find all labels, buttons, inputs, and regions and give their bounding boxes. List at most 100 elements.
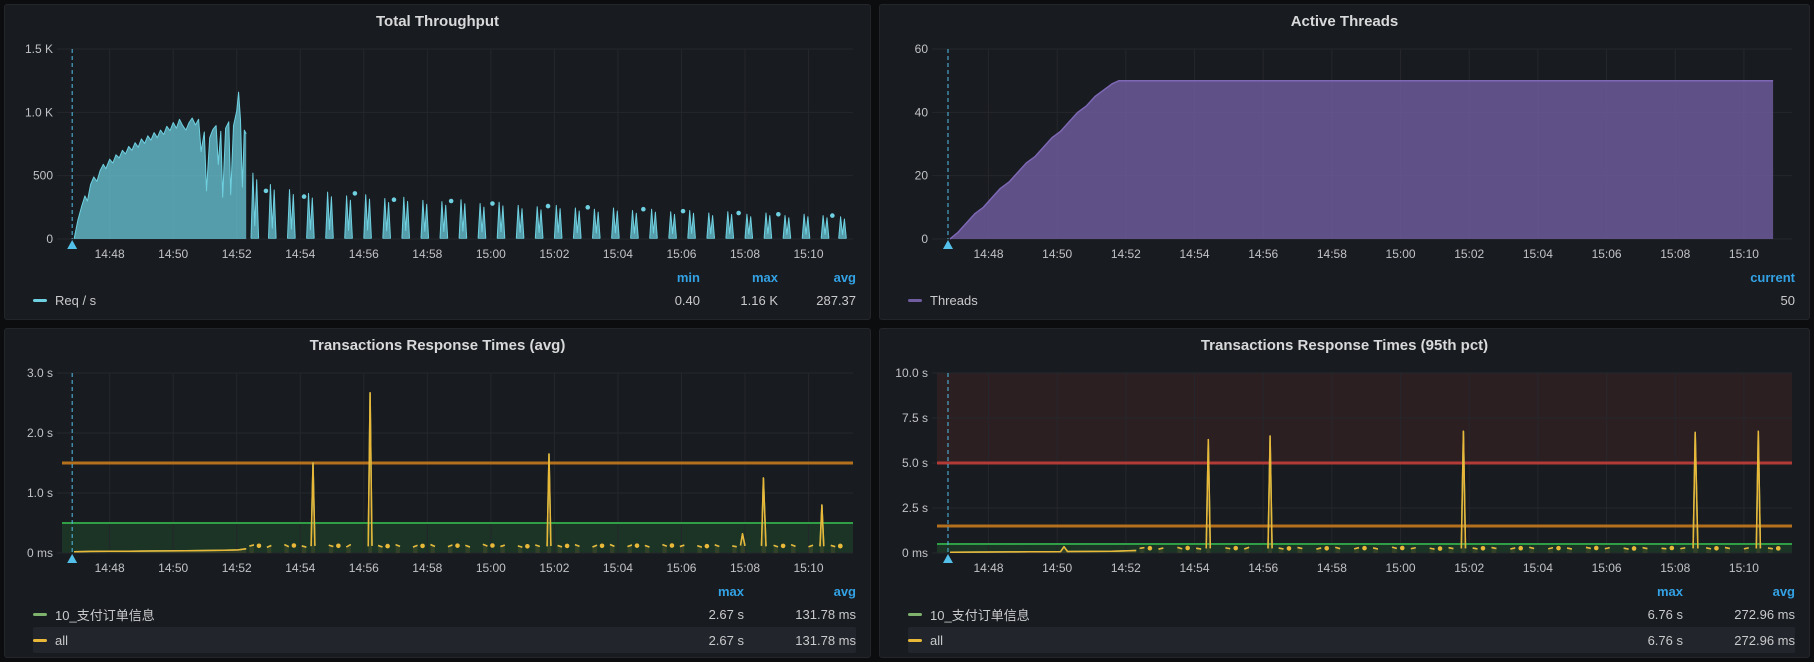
y-axis-label: 2.5 s	[902, 501, 928, 515]
x-axis-label: 15:10	[1729, 247, 1759, 261]
series-point	[1185, 546, 1190, 551]
series-line	[1706, 548, 1711, 549]
x-axis-label: 14:56	[1248, 561, 1278, 575]
series-point	[336, 544, 341, 549]
grafana-dashboard: { "theme": { "page_bg": "#0c0d0f", "pane…	[0, 0, 1814, 662]
x-axis-label: 15:02	[1454, 247, 1484, 261]
panel-title[interactable]: Transactions Response Times (avg)	[5, 329, 870, 363]
series-line	[1768, 548, 1773, 549]
series-point	[1438, 546, 1443, 551]
series-point	[1233, 546, 1238, 551]
legend-row: all6.76 s272.96 ms	[908, 627, 1795, 653]
series-color-dash-icon	[33, 299, 47, 302]
legend-value: 287.37	[778, 293, 856, 308]
series-line	[1586, 547, 1591, 548]
series-area	[950, 81, 1773, 239]
legend-series-name[interactable]: Threads	[930, 293, 978, 308]
legend-value: 2.67 s	[632, 633, 744, 648]
legend-value: 6.76 s	[1571, 633, 1683, 648]
legend-series-name[interactable]: all	[930, 633, 943, 648]
series-point	[1362, 546, 1367, 551]
legend-header-avg[interactable]: avg	[744, 584, 856, 599]
series-point	[264, 189, 269, 194]
panel-title[interactable]: Transactions Response Times (95th pct)	[880, 329, 1809, 363]
series-line	[1225, 548, 1230, 549]
series-line	[1662, 548, 1667, 549]
series-point	[257, 544, 262, 549]
series-point	[1400, 546, 1405, 551]
annotation-marker-icon[interactable]	[67, 554, 77, 563]
x-axis-label: 14:58	[1317, 561, 1347, 575]
legend-series-name[interactable]: 10_支付订单信息	[55, 605, 155, 624]
x-axis-label: 15:04	[1523, 247, 1553, 261]
legend-series-name[interactable]: all	[55, 633, 68, 648]
series-point	[392, 197, 397, 202]
legend-header-avg[interactable]: avg	[1683, 584, 1795, 599]
series-point	[490, 543, 495, 548]
legend-value: 2.67 s	[632, 607, 744, 622]
legend-header-max[interactable]: max	[1571, 584, 1683, 599]
legend-header-max[interactable]: max	[632, 584, 744, 599]
x-axis-label: 15:00	[1386, 247, 1416, 261]
active-threads-chart[interactable]: 020406014:4814:5014:5214:5414:5614:5815:…	[887, 39, 1802, 265]
legend: maxavg10_支付订单信息6.76 s272.96 msall6.76 s2…	[880, 579, 1809, 657]
series-area	[74, 92, 246, 239]
total-throughput-chart[interactable]: 05001.0 K1.5 K14:4814:5014:5214:5414:561…	[12, 39, 863, 265]
x-axis-label: 14:56	[349, 247, 379, 261]
legend-series-name[interactable]: 10_支付订单信息	[930, 605, 1030, 624]
y-axis-label: 7.5 s	[902, 411, 928, 425]
x-axis-label: 15:00	[476, 561, 506, 575]
legend-header-max[interactable]: max	[700, 270, 778, 285]
x-axis-label: 14:54	[285, 247, 315, 261]
legend-header-current[interactable]: current	[1705, 270, 1795, 285]
y-axis-label: 0	[46, 232, 53, 246]
x-axis-label: 14:56	[349, 561, 379, 575]
x-axis-label: 14:48	[95, 561, 125, 575]
x-axis-label: 15:04	[1523, 561, 1553, 575]
panel-response-times-95th: Transactions Response Times (95th pct) 0…	[879, 328, 1810, 658]
x-axis-label: 15:06	[1592, 247, 1622, 261]
panel-title[interactable]: Total Throughput	[5, 5, 870, 39]
legend-value: 6.76 s	[1571, 607, 1683, 622]
legend: maxavg10_支付订单信息2.67 s131.78 msall2.67 s1…	[5, 579, 870, 657]
series-line	[1643, 548, 1648, 549]
x-axis-label: 15:02	[539, 247, 569, 261]
series-point	[670, 543, 675, 548]
annotation-marker-icon[interactable]	[67, 240, 77, 249]
series-point	[385, 544, 390, 549]
x-axis-label: 15:02	[539, 561, 569, 575]
response-times-avg-chart[interactable]: 0 ms1.0 s2.0 s3.0 s14:4814:5014:5214:541…	[12, 363, 863, 579]
series-color-dash-icon	[908, 613, 922, 616]
x-axis-label: 15:08	[730, 247, 760, 261]
annotation-marker-icon[interactable]	[943, 240, 953, 249]
response-times-95th-chart[interactable]: 0 ms2.5 s5.0 s7.5 s10.0 s14:4814:5014:52…	[887, 363, 1802, 579]
x-axis-label: 15:06	[666, 247, 696, 261]
y-axis-label: 10.0 s	[895, 366, 928, 380]
legend: currentThreads50	[880, 265, 1809, 319]
annotation-marker-icon[interactable]	[943, 554, 953, 563]
series-color-dash-icon	[908, 299, 922, 302]
legend-header-avg[interactable]: avg	[778, 270, 856, 285]
x-axis-label: 14:52	[1111, 247, 1141, 261]
x-axis-label: 14:52	[222, 561, 252, 575]
series-line	[732, 546, 736, 547]
y-axis-label: 40	[915, 105, 929, 119]
x-axis-label: 14:48	[95, 247, 125, 261]
series-point	[838, 544, 843, 549]
legend-value: 0.40	[622, 293, 700, 308]
panel-title[interactable]: Active Threads	[880, 5, 1809, 39]
y-axis-label: 3.0 s	[27, 366, 53, 380]
series-line	[1430, 548, 1435, 549]
x-axis-label: 15:08	[730, 561, 760, 575]
series-line	[1744, 548, 1749, 549]
x-axis-label: 15:02	[1454, 561, 1484, 575]
legend-header-min[interactable]: min	[622, 270, 700, 285]
series-point	[635, 543, 640, 548]
series-point	[292, 543, 297, 548]
series-line	[1449, 548, 1454, 549]
legend-series-name[interactable]: Req / s	[55, 293, 96, 308]
series-point	[830, 213, 835, 218]
series-line	[1411, 548, 1416, 549]
x-axis-label: 14:58	[1317, 247, 1347, 261]
x-axis-label: 14:54	[285, 561, 315, 575]
